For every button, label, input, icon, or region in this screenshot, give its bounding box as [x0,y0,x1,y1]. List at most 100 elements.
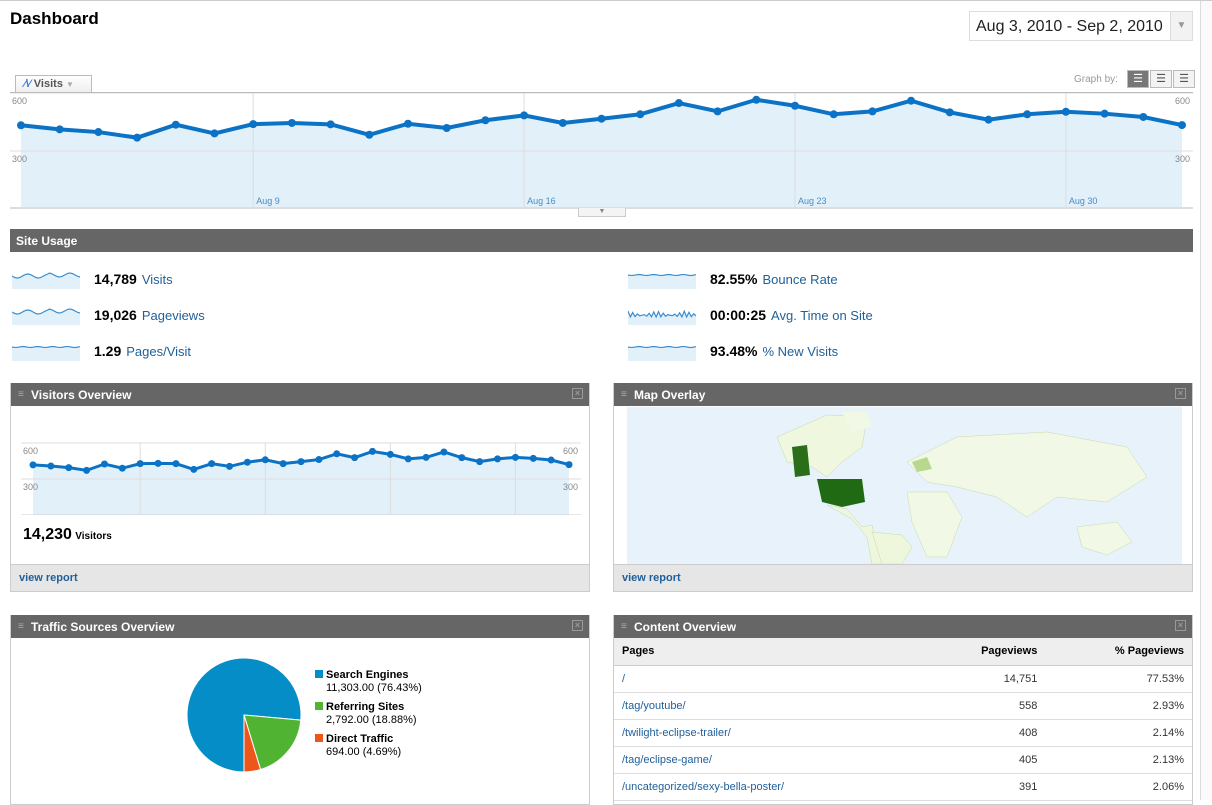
pct-pageviews-cell: 77.53% [1045,665,1192,693]
legend-value: 11,303.00 (76.43%) [326,682,422,694]
graph-by-week-button[interactable]: ☰ [1150,70,1172,88]
data-point [297,458,305,466]
metric-pages-visit[interactable]: 1.29 Pages/Visit [12,341,191,361]
close-icon[interactable]: × [572,388,583,399]
drag-grip-icon[interactable]: ≡ [621,389,627,400]
world-map[interactable] [627,407,1182,564]
chart-resize-handle[interactable]: ▼ [578,208,626,217]
metric-avg-time-on-site[interactable]: 00:00:25 Avg. Time on Site [628,305,873,325]
metric-value: 19,026 [94,307,137,323]
metric-label[interactable]: % New Visits [762,344,838,359]
drag-grip-icon[interactable]: ≡ [18,621,24,632]
data-point [100,460,108,468]
visits-over-time-chart[interactable]: 600 600 300 300 Aug 9 Aug 16 Aug 23 Aug 30 [10,92,1193,209]
data-point [422,453,430,461]
metric-value: 00:00:25 [710,307,767,323]
page-link[interactable]: /twilight-eclipse-trailer/ [614,719,921,747]
legend-name: Direct Traffic [326,733,394,745]
panel-header[interactable]: ≡ Visitors Overview × [11,383,589,406]
metric-new-visits[interactable]: 93.48% % New Visits [628,341,838,361]
legend-value: 2,792.00 (18.88%) [326,714,417,726]
metric-label[interactable]: Pageviews [142,308,205,323]
page-link[interactable]: / [614,665,921,693]
data-point [1100,109,1109,118]
metric-visits[interactable]: 14,789 Visits [12,269,173,289]
metric-label[interactable]: Visits [142,272,173,287]
data-point [386,450,394,458]
data-point [279,460,287,468]
data-point [94,128,103,137]
metric-label[interactable]: Bounce Rate [762,272,837,287]
data-point [440,448,448,456]
drag-grip-icon[interactable]: ≡ [18,389,24,400]
data-point [172,460,180,468]
data-point [520,111,529,120]
panel-title: Visitors Overview [31,388,132,402]
data-point [210,129,219,138]
data-point [547,456,555,464]
metric-pageviews[interactable]: 19,026 Pageviews [12,305,205,325]
data-point [494,455,502,463]
data-point [65,464,73,472]
panel-header[interactable]: ≡ Content Overview × [614,615,1192,638]
visitors-chart: 600 600 300 300 [21,442,581,515]
view-report-link[interactable]: view report [19,572,78,584]
data-point [442,123,451,132]
pct-pageviews-cell: 2.13% [1045,746,1192,774]
column-header-pageviews[interactable]: Pageviews [920,638,1046,666]
y-tick-label: 600 [563,446,578,456]
data-point [829,110,838,119]
close-icon[interactable]: × [1175,620,1186,631]
metric-bounce-rate[interactable]: 82.55% Bounce Rate [628,269,838,289]
visitors-total-label: Visitors [75,531,112,542]
close-icon[interactable]: × [1175,388,1186,399]
data-point [597,114,606,123]
x-tick-label: Aug 16 [527,196,556,206]
column-header-pct-pageviews[interactable]: % Pageviews [1045,638,1192,666]
y-tick-label: 300 [563,482,578,492]
panel-header[interactable]: ≡ Traffic Sources Overview × [11,615,589,638]
column-header-pages[interactable]: Pages [614,638,921,666]
table-row: /14,751 77.53% [614,665,1192,693]
pageviews-cell: 558 [920,692,1046,720]
pct-pageviews-cell: 2.14% [1045,719,1192,747]
metric-selector[interactable]: ⁄\⁄ Visits ▼ [15,75,92,93]
data-point [1023,110,1032,119]
scrollbar[interactable] [1200,1,1212,800]
legend-swatch [315,670,323,678]
page-link[interactable]: /tag/eclipse-game/ [614,746,921,774]
data-point [907,96,916,105]
page-link[interactable]: /uncategorized/sexy-bella-poster/ [614,773,921,801]
drag-grip-icon[interactable]: ≡ [621,621,627,632]
data-point [118,464,126,472]
graph-by-day-button[interactable]: ☰ [1127,70,1149,88]
data-point [868,107,877,116]
pct-pageviews-cell: 2.06% [1045,773,1192,801]
data-point [326,120,335,129]
metric-value: 1.29 [94,343,122,359]
metric-value: 82.55% [710,271,758,287]
page-link[interactable]: /tag/youtube/ [614,692,921,720]
pageviews-cell: 405 [920,746,1046,774]
sparkline [12,272,80,289]
close-icon[interactable]: × [572,620,583,631]
data-point [713,107,722,116]
panel-header[interactable]: ≡ Map Overlay × [614,383,1192,406]
metric-label[interactable]: Pages/Visit [126,344,191,359]
traffic-sources-panel: ≡ Traffic Sources Overview × Search Engine… [10,615,590,805]
graph-by-month-button[interactable]: ☰ [1173,70,1195,88]
metric-label[interactable]: Avg. Time on Site [771,308,873,323]
date-range-picker[interactable]: Aug 3, 2010 - Sep 2, 2010 ▼ [969,11,1193,41]
line-chart-icon: ⁄\⁄ [24,78,31,90]
chevron-down-icon[interactable]: ▼ [1170,12,1192,40]
visitors-overview-panel: ≡ Visitors Overview × 600 600 300 300 14,230 … [10,383,590,592]
data-point [476,458,484,466]
data-point [481,116,490,125]
data-point [404,455,412,463]
data-point [636,110,645,119]
sparkline [628,345,696,361]
metric-selector-label: Visits [33,78,63,90]
graph-by-label: Graph by: [1074,74,1118,85]
legend-swatch [315,734,323,742]
view-report-link[interactable]: view report [622,572,681,584]
